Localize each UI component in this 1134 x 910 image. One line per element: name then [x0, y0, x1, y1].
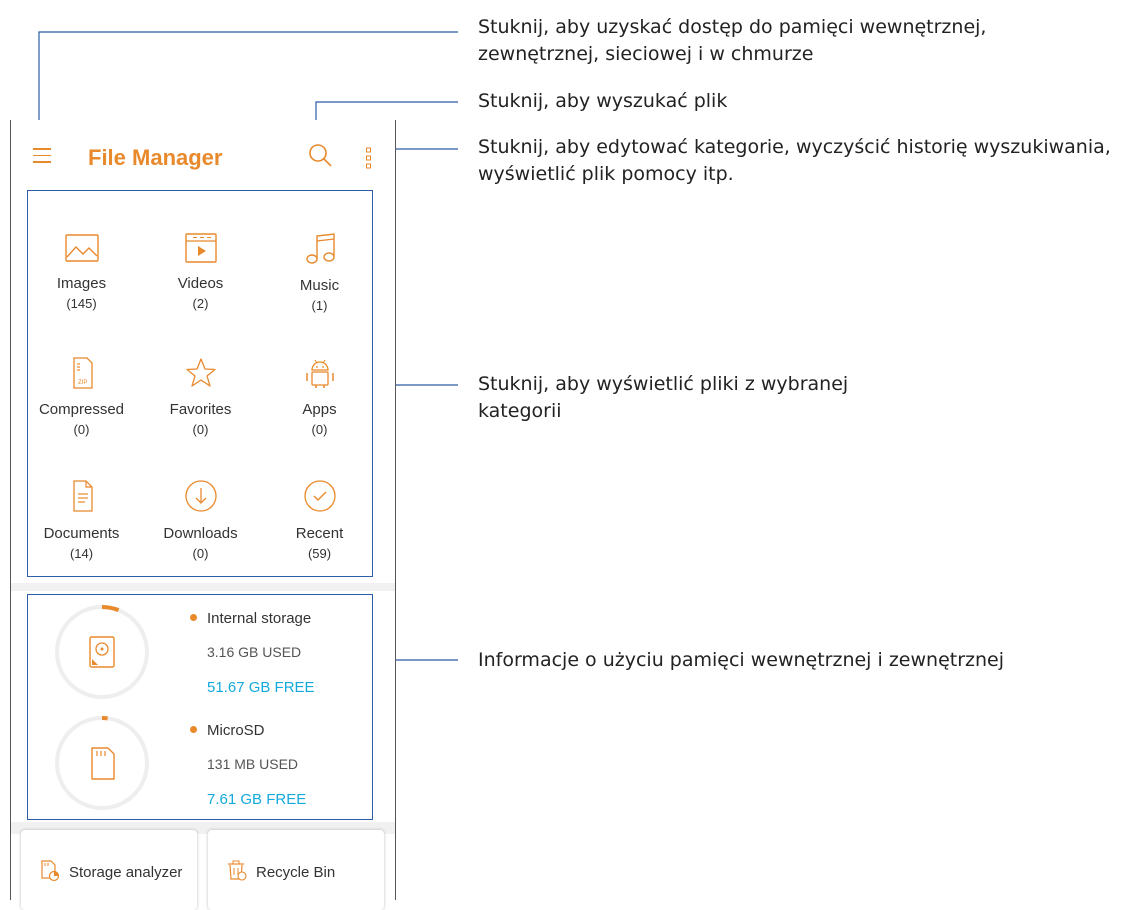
storage-used-microsd: 131 MB USED: [207, 756, 299, 772]
callout-storage: Informacje o użyciu pamięci wewnętrznej …: [478, 647, 1004, 674]
category-images[interactable]: Images (145): [24, 233, 139, 353]
image-icon: [64, 234, 99, 262]
category-count: (0): [192, 546, 209, 561]
callout-more-line1: Stuknij, aby edytować kategorie, wyczyśc…: [478, 136, 1111, 158]
storage-used-internal: 3.16 GB USED: [207, 644, 302, 660]
category-music[interactable]: Music (1): [262, 233, 377, 353]
svg-text:ZIP: ZIP: [78, 380, 87, 386]
category-label: Favorites: [169, 401, 232, 418]
callout-menu-line2: zewnętrznej, sieciowej i w chmurze: [478, 43, 814, 65]
recycle-bin-label: Recycle Bin: [256, 864, 336, 881]
star-icon: [185, 358, 216, 387]
sd-card-icon: [91, 747, 115, 780]
callout-storage-line1: Informacje o użyciu pamięci wewnętrznej …: [478, 649, 1004, 671]
category-count: (2): [192, 296, 209, 311]
category-favorites[interactable]: Favorites (0): [143, 357, 258, 477]
storage-ring-internal: [55, 605, 149, 699]
recycle-bin-icon: [228, 860, 247, 881]
category-label: Recent: [295, 525, 344, 542]
more-options-icon[interactable]: [365, 147, 373, 169]
music-icon: [305, 233, 335, 264]
category-label: Music: [299, 277, 340, 294]
phone-screen: File Manager Images (145) Videos (2) Mus…: [10, 120, 396, 910]
recycle-bin-button[interactable]: Recycle Bin: [208, 830, 384, 910]
callout-categories-line1: Stuknij, aby wyświetlić pliki z wybranej: [478, 373, 849, 395]
document-icon: [72, 480, 93, 512]
callout-more-line2: wyświetlić plik pomocy itp.: [478, 163, 734, 185]
category-count: (14): [69, 546, 94, 561]
category-count: (0): [73, 422, 90, 437]
menu-icon[interactable]: [33, 148, 51, 164]
zip-icon: ZIP: [72, 357, 93, 389]
category-recent[interactable]: Recent (59): [262, 479, 377, 599]
category-label: Apps: [302, 401, 337, 418]
category-label: Documents: [43, 525, 120, 542]
storage-name-internal: Internal storage: [190, 610, 311, 627]
category-documents[interactable]: Documents (14): [24, 479, 139, 599]
status-dot: [190, 726, 197, 733]
recent-check-icon: [303, 480, 336, 512]
callout-categories: Stuknij, aby wyświetlić pliki z wybranej…: [478, 371, 848, 425]
category-count: (0): [311, 422, 328, 437]
app-title: File Manager: [88, 145, 223, 170]
video-icon: [184, 233, 217, 263]
category-label: Videos: [177, 275, 224, 292]
download-icon: [184, 480, 217, 512]
status-dot: [190, 614, 197, 621]
storage-free-internal: 51.67 GB FREE: [207, 679, 315, 696]
category-label: Images: [56, 275, 107, 292]
callout-search-line1: Stuknij, aby wyszukać plik: [478, 90, 728, 112]
storage-name-label: Internal storage: [207, 610, 312, 627]
category-count: (59): [307, 546, 332, 561]
category-count: (0): [192, 422, 209, 437]
category-count: (145): [66, 296, 97, 311]
category-downloads[interactable]: Downloads (0): [143, 479, 258, 599]
android-icon: [305, 359, 334, 388]
storage-panel: Internal storage 3.16 GB USED 51.67 GB F…: [27, 594, 373, 820]
search-icon[interactable]: [307, 142, 333, 168]
storage-ring-microsd: [55, 716, 149, 810]
category-count: (1): [311, 298, 328, 313]
callout-categories-line2: kategorii: [478, 400, 562, 422]
section-divider: [11, 583, 395, 591]
storage-analyzer-icon: [41, 860, 60, 882]
category-compressed[interactable]: ZIP Compressed (0): [24, 357, 139, 477]
storage-name-microsd: MicroSD: [190, 722, 265, 739]
callout-menu-line1: Stuknij, aby uzyskać dostęp do pamięci w…: [478, 16, 987, 38]
app-bar: File Manager: [11, 120, 395, 186]
storage-name-label: MicroSD: [207, 722, 265, 739]
hard-drive-icon: [89, 636, 115, 668]
category-apps[interactable]: Apps (0): [262, 357, 377, 477]
storage-free-microsd: 7.61 GB FREE: [207, 791, 307, 808]
category-label: Compressed: [38, 401, 125, 418]
category-videos[interactable]: Videos (2): [143, 233, 258, 353]
storage-analyzer-button[interactable]: Storage analyzer: [21, 830, 197, 910]
callout-menu: Stuknij, aby uzyskać dostęp do pamięci w…: [478, 14, 986, 68]
callout-search: Stuknij, aby wyszukać plik: [478, 88, 727, 115]
category-label: Downloads: [163, 525, 238, 542]
storage-analyzer-label: Storage analyzer: [69, 864, 183, 881]
callout-more: Stuknij, aby edytować kategorie, wyczyśc…: [478, 134, 1111, 188]
category-grid: Images (145) Videos (2) Music (1) ZIP Co…: [27, 190, 373, 577]
